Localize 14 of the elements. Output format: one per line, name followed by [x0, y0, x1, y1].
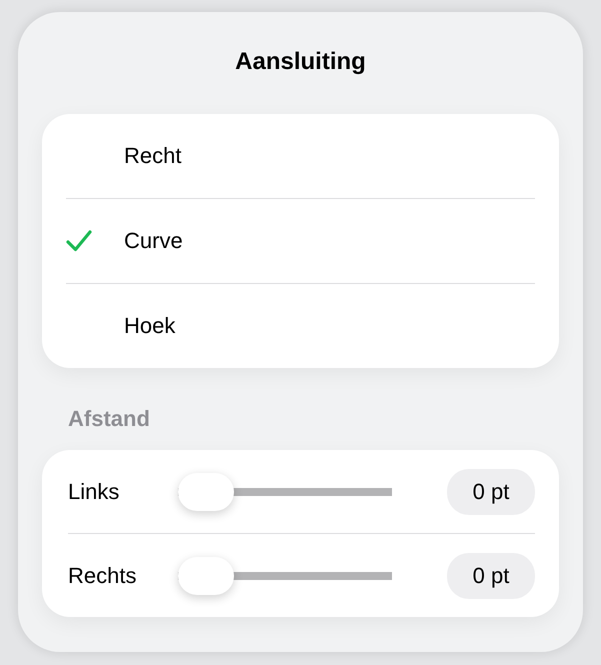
value-field[interactable]: 0 pt: [447, 468, 535, 514]
option-item[interactable]: Hoek: [66, 284, 535, 368]
option-label: Curve: [124, 228, 183, 254]
value-field[interactable]: 0 pt: [447, 552, 535, 598]
option-label: Hoek: [124, 313, 176, 339]
option-label: Recht: [124, 143, 182, 169]
slider-thumb[interactable]: [178, 556, 234, 594]
slider-label: Links: [68, 478, 120, 504]
slider-label: Rechts: [68, 562, 138, 588]
option-item[interactable]: Recht: [66, 114, 535, 199]
popover-title: Aansluiting: [234, 47, 367, 77]
option-item[interactable]: Curve: [66, 199, 535, 284]
slider-thumb[interactable]: [178, 472, 234, 510]
section-header: Afstand: [68, 405, 151, 433]
